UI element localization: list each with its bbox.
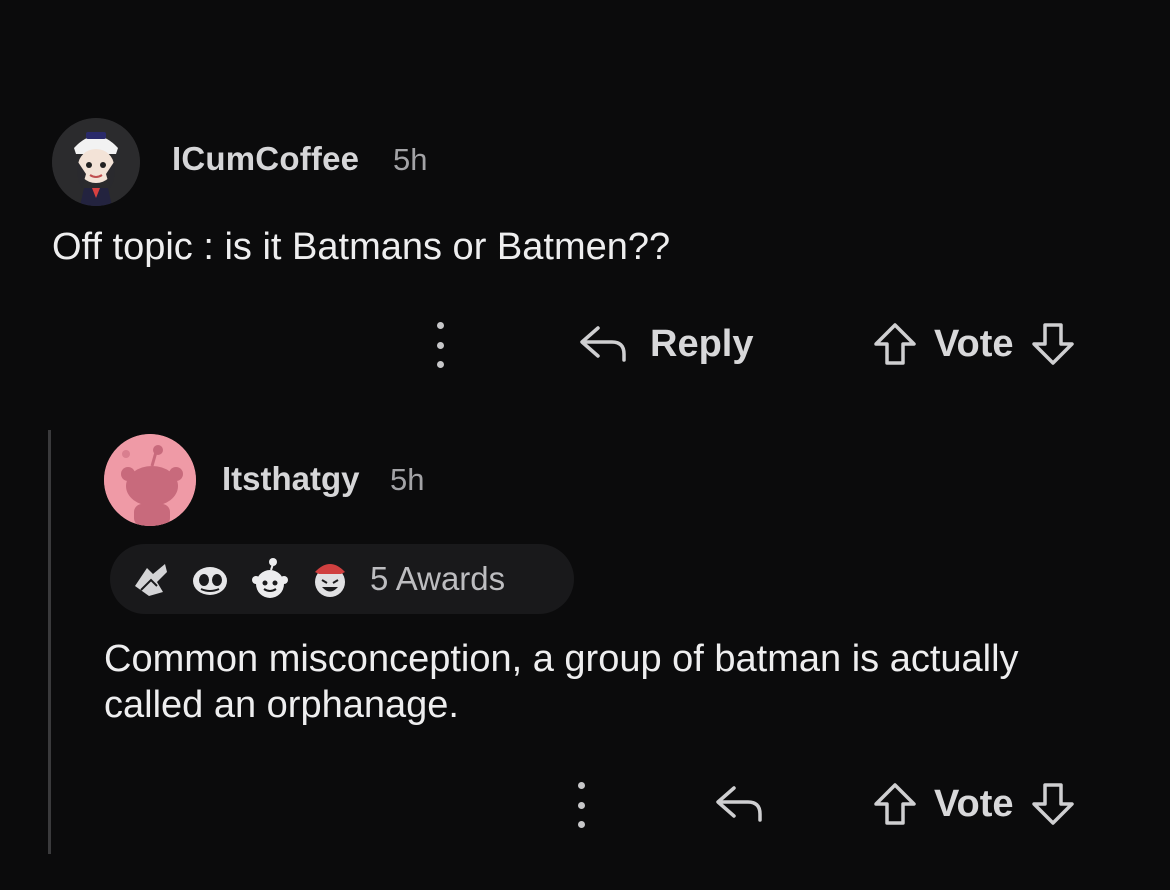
comment-timestamp: 5h xyxy=(390,462,425,497)
reply-arrow-icon xyxy=(716,786,762,822)
awards-bar[interactable]: 5 Awards xyxy=(110,544,574,614)
vote-label: Vote xyxy=(934,322,1014,365)
reply-button[interactable]: Reply xyxy=(578,318,753,370)
downvote-arrow-icon[interactable] xyxy=(1030,321,1076,367)
comment-username[interactable]: ICumCoffee xyxy=(172,140,359,178)
eyes-award-icon xyxy=(186,555,234,603)
comment-body: Common misconception, a group of batman … xyxy=(104,638,1019,726)
upvote-arrow-icon[interactable] xyxy=(872,781,918,827)
vote-control: Vote xyxy=(872,778,1076,830)
wholesome-seal-award-icon xyxy=(126,555,174,603)
downvote-arrow-icon[interactable] xyxy=(1030,781,1076,827)
reply-arrow-icon xyxy=(580,326,626,362)
vote-control: Vote xyxy=(872,318,1076,370)
user-avatar[interactable] xyxy=(52,118,140,206)
snoo-avatar-icon xyxy=(104,434,196,526)
user-avatar[interactable] xyxy=(104,434,196,526)
comment-body: Off topic : is it Batmans or Batmen?? xyxy=(52,226,671,268)
upvote-arrow-icon[interactable] xyxy=(872,321,918,367)
comment-username[interactable]: Itsthatgy xyxy=(222,460,360,498)
awards-count: 5 Awards xyxy=(370,560,506,597)
thread-line[interactable] xyxy=(48,430,51,854)
more-options-icon[interactable] xyxy=(566,782,596,828)
laughing-award-icon xyxy=(306,555,354,603)
reply-label: Reply xyxy=(650,322,754,365)
more-options-icon[interactable] xyxy=(425,322,455,368)
avatar-illustration-icon xyxy=(52,118,140,206)
vote-label: Vote xyxy=(934,782,1014,825)
snoo-award-icon xyxy=(246,555,294,603)
reply-button[interactable] xyxy=(714,778,766,830)
comment-timestamp: 5h xyxy=(393,142,428,177)
